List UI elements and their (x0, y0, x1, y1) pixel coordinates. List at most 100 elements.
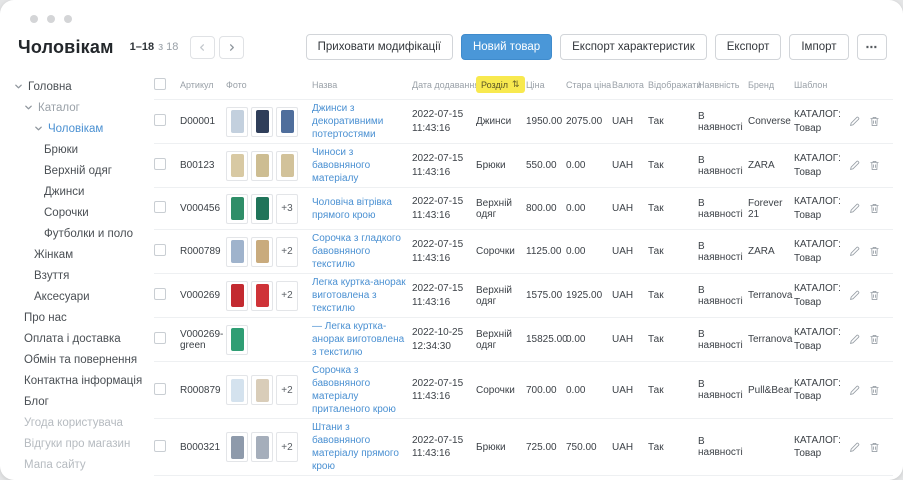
more-photos-badge[interactable]: +2 (276, 375, 298, 405)
row-checkbox[interactable] (154, 158, 166, 170)
row-checkbox[interactable] (154, 201, 166, 213)
hide-modifications-button[interactable]: Приховати модифікації (306, 34, 453, 60)
product-photo[interactable] (251, 151, 273, 181)
pagination-next-button[interactable] (219, 36, 244, 59)
date-value: 2022-07-15 (412, 434, 471, 448)
more-photos-badge[interactable]: +2 (276, 281, 298, 311)
delete-icon[interactable] (868, 333, 881, 346)
delete-icon[interactable] (868, 115, 881, 128)
delete-icon[interactable] (868, 289, 881, 302)
row-checkbox[interactable] (154, 288, 166, 300)
sidebar-item-label: Контактна інформація (24, 375, 142, 387)
product-name-link[interactable]: Сорочка з гладкого бавовняного текстилю (312, 232, 407, 271)
export-button[interactable]: Експорт (715, 34, 782, 60)
sidebar-item[interactable]: Угода користувача (0, 412, 150, 433)
delete-icon[interactable] (868, 159, 881, 172)
export-characteristics-button[interactable]: Експорт характеристик (560, 34, 707, 60)
product-photo[interactable] (251, 375, 273, 405)
product-photo[interactable] (276, 107, 298, 137)
availability-cell: В наявності (698, 436, 748, 458)
product-photo[interactable] (226, 107, 248, 137)
window-control-dot[interactable] (47, 15, 55, 23)
edit-icon[interactable] (848, 245, 861, 258)
product-photo[interactable] (226, 281, 248, 311)
more-actions-button[interactable]: ⋯ (857, 34, 888, 60)
sidebar-item[interactable]: Мапа сайту (0, 454, 150, 475)
sidebar-item[interactable]: Контактна інформація (0, 370, 150, 391)
sidebar-item[interactable]: Аксесуари (0, 286, 150, 307)
edit-icon[interactable] (848, 159, 861, 172)
product-photo[interactable] (226, 432, 248, 462)
new-product-button[interactable]: Новий товар (461, 34, 552, 60)
product-photo[interactable] (226, 375, 248, 405)
sidebar-item[interactable]: Взуття (0, 265, 150, 286)
sidebar-item[interactable]: Обмін та повернення (0, 349, 150, 370)
sidebar-item-label: Джинси (44, 186, 84, 198)
product-name-link[interactable]: — Легка куртка-анорак виготовлена з текс… (312, 320, 407, 359)
sidebar-item[interactable]: Каталог (0, 97, 150, 118)
sort-icon[interactable]: ⇅ (512, 79, 520, 90)
sidebar-item[interactable]: Сорочки (0, 202, 150, 223)
product-photo[interactable] (251, 237, 273, 267)
product-photo[interactable] (226, 194, 248, 224)
product-name-link[interactable]: Сорочка з бавовняного матеріалу притален… (312, 364, 407, 416)
row-checkbox[interactable] (154, 244, 166, 256)
time-value: 11:43:16 (412, 390, 471, 404)
edit-icon[interactable] (848, 441, 861, 454)
product-photo[interactable] (251, 194, 273, 224)
product-photo[interactable] (276, 151, 298, 181)
products-table: АртикулФотоНазваДата додаванняРозділ⇅Цін… (150, 70, 903, 480)
row-checkbox[interactable] (154, 114, 166, 126)
delete-icon[interactable] (868, 441, 881, 454)
window-control-dot[interactable] (30, 15, 38, 23)
row-checkbox[interactable] (154, 332, 166, 344)
product-photo[interactable] (226, 325, 248, 355)
delete-icon[interactable] (868, 384, 881, 397)
delete-icon[interactable] (868, 245, 881, 258)
product-name-link[interactable]: Штани з бавовняного матеріалу прямого кр… (312, 421, 407, 473)
more-photos-badge[interactable]: +2 (276, 432, 298, 462)
sidebar-item[interactable]: Відгуки про магазин (0, 433, 150, 454)
more-photos-badge[interactable]: +2 (276, 237, 298, 267)
edit-icon[interactable] (848, 202, 861, 215)
row-checkbox[interactable] (154, 440, 166, 452)
product-name-link[interactable]: Джинси з декоративними потертостями (312, 102, 407, 141)
edit-icon[interactable] (848, 384, 861, 397)
sidebar-item[interactable]: Джинси (0, 181, 150, 202)
sidebar-item[interactable]: Блог (0, 391, 150, 412)
sidebar-item[interactable]: Про нас (0, 307, 150, 328)
sidebar-item-label: Обмін та повернення (24, 354, 137, 366)
time-value: 11:43:16 (412, 209, 471, 223)
sidebar-item[interactable]: Головна (0, 76, 150, 97)
window-control-dot[interactable] (64, 15, 72, 23)
name-cell: Чиноси з бавовняного матеріалу (312, 146, 412, 185)
pagination-prev-button[interactable] (190, 36, 215, 59)
template-cell: КАТАЛОГ:Товар (794, 434, 848, 461)
import-button[interactable]: Імпорт (789, 34, 848, 60)
photos-cell: +3 (226, 194, 312, 224)
sidebar-item[interactable]: Верхній одяг (0, 160, 150, 181)
product-photo[interactable] (251, 432, 273, 462)
product-name-link[interactable]: Чиноси з бавовняного матеріалу (312, 146, 407, 185)
more-photos-badge[interactable]: +3 (276, 194, 298, 224)
sidebar-item[interactable]: Оплата і доставка (0, 328, 150, 349)
product-name-link[interactable]: Чоловіча вітрівка прямого крою (312, 196, 407, 222)
product-photo[interactable] (226, 237, 248, 267)
product-name-link[interactable]: Легка куртка-анорак виготовлена з тексти… (312, 276, 407, 315)
edit-icon[interactable] (848, 289, 861, 302)
sidebar-item[interactable]: Футболки и поло (0, 223, 150, 244)
currency-cell: UAH (612, 442, 648, 453)
product-photo[interactable] (226, 151, 248, 181)
edit-icon[interactable] (848, 333, 861, 346)
edit-icon[interactable] (848, 115, 861, 128)
product-photo[interactable] (251, 281, 273, 311)
delete-icon[interactable] (868, 202, 881, 215)
sidebar-item[interactable]: Жінкам (0, 244, 150, 265)
select-all-checkbox[interactable] (154, 78, 166, 90)
old-price-cell: 0.00 (566, 334, 612, 345)
product-photo[interactable] (251, 107, 273, 137)
sidebar-item[interactable]: Чоловікам (0, 118, 150, 139)
column-header-currency: Валюта (612, 80, 648, 90)
row-checkbox[interactable] (154, 383, 166, 395)
sidebar-item[interactable]: Брюки (0, 139, 150, 160)
